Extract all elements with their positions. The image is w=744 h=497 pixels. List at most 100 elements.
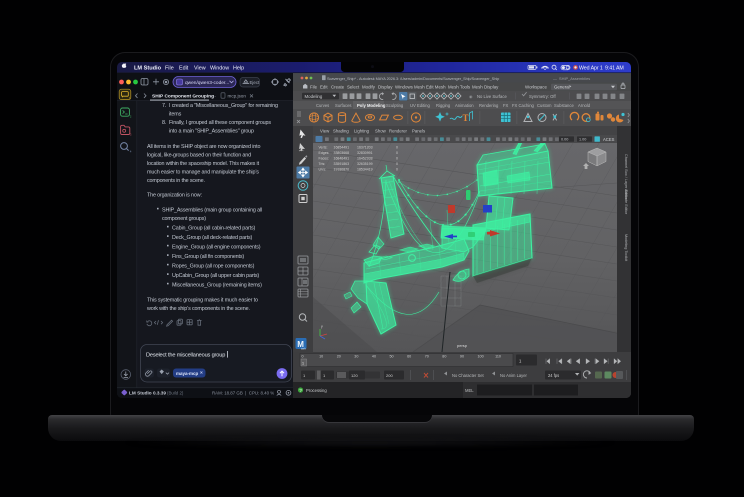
svg-text:Sculpting: Sculpting: [386, 103, 404, 108]
svg-text:File: File: [310, 85, 318, 90]
svg-text:All items in the SHIP object a: All items in the SHIP object are now org…: [147, 144, 260, 150]
svg-text:Help: Help: [233, 65, 244, 71]
svg-text:Edges:: Edges:: [319, 151, 330, 155]
svg-text:Wed Apr 1: Wed Apr 1: [579, 65, 603, 71]
svg-text:Display: Display: [378, 85, 393, 90]
svg-text:View: View: [320, 129, 330, 134]
svg-text:Select: Select: [347, 85, 360, 90]
svg-text:I created a "Miscellaneous_Gro: I created a "Miscellaneous_Group" for re…: [169, 103, 278, 109]
svg-text:Processing: Processing: [306, 388, 327, 393]
svg-text:24 fps: 24 fps: [548, 373, 559, 378]
svg-text:General*: General*: [554, 85, 572, 90]
svg-text:Modeling Toolkit: Modeling Toolkit: [624, 234, 628, 262]
svg-text:Windows: Windows: [395, 85, 414, 90]
svg-text:T: T: [463, 113, 469, 123]
svg-text:0: 0: [396, 157, 398, 161]
svg-text:8.: 8.: [162, 120, 166, 126]
svg-text:SHIP_Assemblies (main group co: SHIP_Assemblies (main group containing a…: [162, 208, 262, 214]
svg-text:80: 80: [442, 355, 446, 359]
svg-text:component groups): component groups): [162, 216, 206, 222]
svg-text:ACES: ACES: [603, 137, 615, 142]
svg-text:Window: Window: [210, 65, 229, 71]
svg-text:18534419: 18534419: [357, 168, 373, 172]
svg-text:Fins_Group (all fin components: Fins_Group (all fin components): [172, 254, 244, 260]
svg-text:The organization is now:: The organization is now:: [147, 193, 202, 199]
svg-text:SHIP Component Grouping: SHIP Component Grouping: [152, 94, 214, 100]
svg-text:Deselect the miscellaneous gro: Deselect the miscellaneous group: [146, 353, 225, 359]
svg-text:50: 50: [390, 355, 394, 359]
svg-text:LM Studio 0.3.39: LM Studio 0.3.39: [129, 391, 166, 396]
svg-text:Engine_Group (all engine compo: Engine_Group (all engine components): [172, 245, 261, 251]
svg-text:110: 110: [495, 355, 501, 359]
svg-text:60: 60: [407, 355, 411, 359]
svg-text:200: 200: [386, 373, 393, 378]
svg-text:mcp.json: mcp.json: [228, 93, 247, 98]
svg-text:UVs:: UVs:: [319, 168, 327, 172]
svg-text:Panels: Panels: [412, 129, 425, 134]
svg-text:Ropes_Group (all rope componen: Ropes_Group (all rope components): [172, 264, 255, 270]
svg-text:9:41 AM: 9:41 AM: [605, 65, 624, 71]
svg-text:much easier to manage and mani: much easier to manage and manipulate the…: [147, 170, 259, 176]
svg-text:7.: 7.: [162, 103, 166, 109]
svg-text:Shading: Shading: [333, 129, 349, 134]
svg-text:work with the ship’s component: work with the ship’s components in the s…: [146, 306, 250, 312]
svg-text:0: 0: [302, 355, 304, 359]
svg-text:qwen/qwen3-coder...: qwen/qwen3-coder...: [185, 80, 229, 86]
svg-text:LM Studio: LM Studio: [134, 65, 162, 71]
svg-text:— SHIP_Assemblies: — SHIP_Assemblies: [553, 76, 590, 81]
svg-text:Workspace: Workspace: [525, 85, 547, 90]
svg-text:0: 0: [396, 168, 398, 172]
svg-text:40: 40: [372, 355, 376, 359]
svg-text:32830991: 32830991: [357, 151, 373, 155]
svg-text:90: 90: [460, 355, 464, 359]
svg-text:0: 0: [396, 162, 398, 166]
svg-text:No Character Set: No Character Set: [452, 373, 484, 378]
svg-text:16371203: 16371203: [357, 146, 373, 150]
svg-text:100: 100: [478, 355, 484, 359]
svg-text:FX Caching: FX Caching: [512, 103, 535, 108]
svg-text:Create: Create: [331, 85, 345, 90]
svg-text:Curves: Curves: [316, 103, 329, 108]
svg-text:into a main "SHIP_Assemblies": into a main "SHIP_Assemblies" group: [169, 129, 254, 135]
svg-text:Edit: Edit: [320, 85, 328, 90]
svg-text:16854491: 16854491: [334, 146, 350, 150]
svg-text:Renderer: Renderer: [389, 129, 407, 134]
svg-text:UV Editing: UV Editing: [410, 103, 430, 108]
svg-text:Miscellaneous_Group (remaining: Miscellaneous_Group (remaining items): [172, 283, 262, 289]
svg-text:Cabin_Group (all cabin-related: Cabin_Group (all cabin-related parts): [172, 226, 255, 232]
svg-text:16452938: 16452938: [357, 157, 373, 161]
svg-text:0: 0: [396, 146, 398, 150]
svg-text:Surfaces: Surfaces: [335, 103, 352, 108]
svg-text:MEL: MEL: [465, 388, 474, 393]
svg-text:0: 0: [396, 151, 398, 155]
svg-text:No Live Surface: No Live Surface: [477, 94, 507, 99]
svg-text:y: y: [321, 325, 323, 329]
svg-text:33803668: 33803668: [334, 151, 350, 155]
svg-text:File: File: [165, 65, 174, 71]
svg-text:ash: ash: [301, 347, 306, 351]
svg-text:Attribute Editor: Attribute Editor: [624, 189, 628, 215]
svg-text:19180870: 19180870: [334, 168, 350, 172]
svg-text:Substance: Substance: [554, 103, 574, 108]
svg-text:No Anim Layer: No Anim Layer: [500, 373, 527, 378]
svg-text:components in the scene.: components in the scene.: [147, 178, 205, 184]
svg-text:location within the spaceship: location within the spaceship model. Thi…: [147, 161, 260, 167]
svg-text:Scavenger_Ship* - Autodesk MAY: Scavenger_Ship* - Autodesk MAYA 2026.3: …: [327, 77, 499, 81]
svg-text:...: ...: [212, 93, 216, 99]
svg-text:RAM: 18.87 GB | CPU: 8.40 %: RAM: 18.87 GB | CPU: 8.40 %: [212, 391, 274, 396]
svg-text:0.00: 0.00: [561, 138, 568, 142]
svg-text:10: 10: [319, 355, 323, 359]
svg-text:Show: Show: [375, 129, 387, 134]
svg-text:16846491: 16846491: [334, 157, 350, 161]
svg-text:Tris:: Tris:: [319, 162, 326, 166]
svg-text:View: View: [194, 65, 206, 71]
svg-text:persp: persp: [457, 343, 468, 348]
svg-text:Faces:: Faces:: [319, 157, 330, 161]
svg-text:Mesh Tools: Mesh Tools: [448, 85, 471, 90]
svg-text:Mesh: Mesh: [414, 85, 425, 90]
svg-text:Finally, I grouped all these c: Finally, I grouped all these component g…: [169, 120, 271, 126]
svg-text:Arnold: Arnold: [578, 103, 591, 108]
svg-text:Mesh Display: Mesh Display: [472, 85, 499, 90]
svg-text:1: 1: [302, 362, 304, 366]
svg-text:32635199: 32635199: [357, 162, 373, 166]
